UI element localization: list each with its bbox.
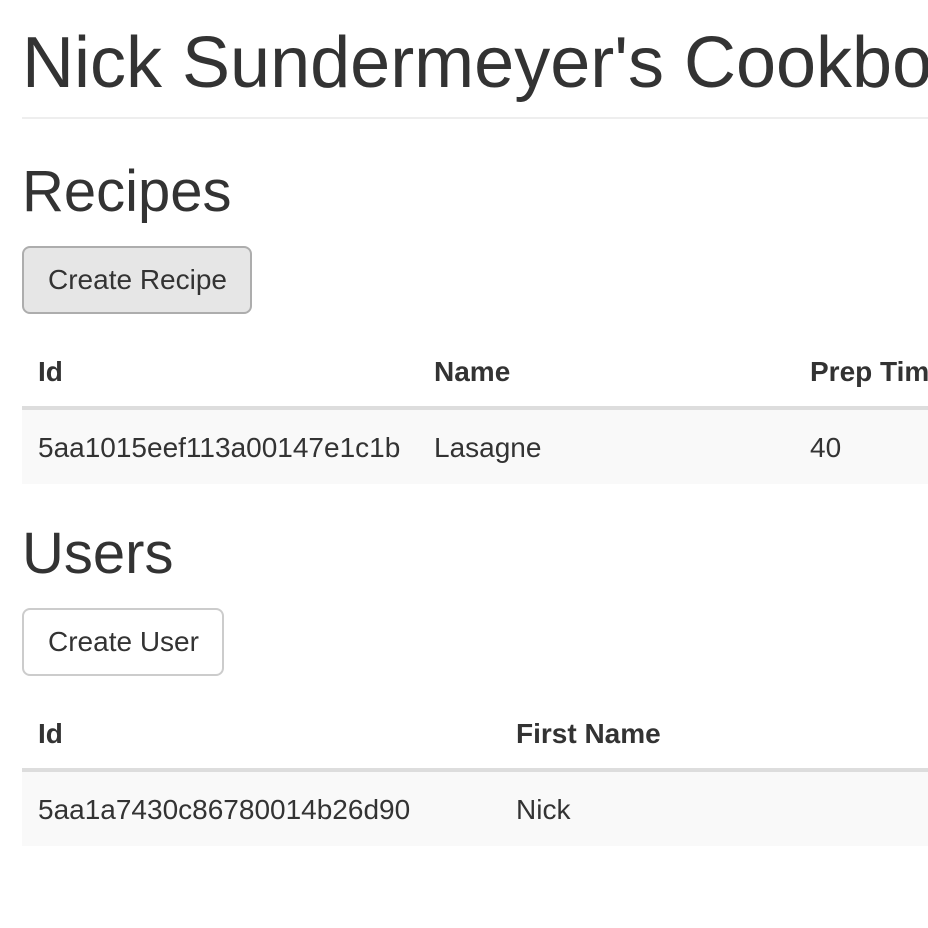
recipe-name-cell: Lasagne (434, 432, 542, 463)
table-row[interactable]: 5aa1015eef113a00147e1c1b Lasagne 40 (22, 410, 928, 484)
recipes-heading: Recipes (22, 159, 232, 224)
page-header: Nick Sundermeyer's Cookbook (22, 24, 928, 119)
column-header-prep-time[interactable]: Prep Time (810, 356, 928, 388)
recipes-table: Id Name Prep Time 5aa1015eef113a00147e1c… (22, 334, 928, 484)
user-first-name-cell: Nick (516, 794, 571, 825)
recipes-table-header: Id Name Prep Time (22, 334, 928, 410)
create-recipe-button[interactable]: Create Recipe (22, 246, 252, 314)
users-table: Id First Name 5aa1a7430c86780014b26d90 N… (22, 696, 928, 846)
page: Nick Sundermeyer's Cookbook Recipes Crea… (0, 0, 928, 928)
recipe-id-cell: 5aa1015eef113a00147e1c1b (38, 432, 401, 463)
recipe-prep-time-cell: 40 (810, 432, 842, 463)
column-header-id[interactable]: Id (38, 356, 63, 388)
column-header-name[interactable]: Name (434, 356, 510, 388)
create-user-button[interactable]: Create User (22, 608, 224, 676)
users-heading: Users (22, 521, 174, 586)
users-table-header: Id First Name (22, 696, 928, 772)
table-row[interactable]: 5aa1a7430c86780014b26d90 Nick (22, 772, 928, 846)
page-title: Nick Sundermeyer's Cookbook (22, 23, 928, 103)
column-header-id[interactable]: Id (38, 718, 63, 750)
user-id-cell: 5aa1a7430c86780014b26d90 (38, 794, 411, 825)
column-header-first-name[interactable]: First Name (516, 718, 661, 750)
